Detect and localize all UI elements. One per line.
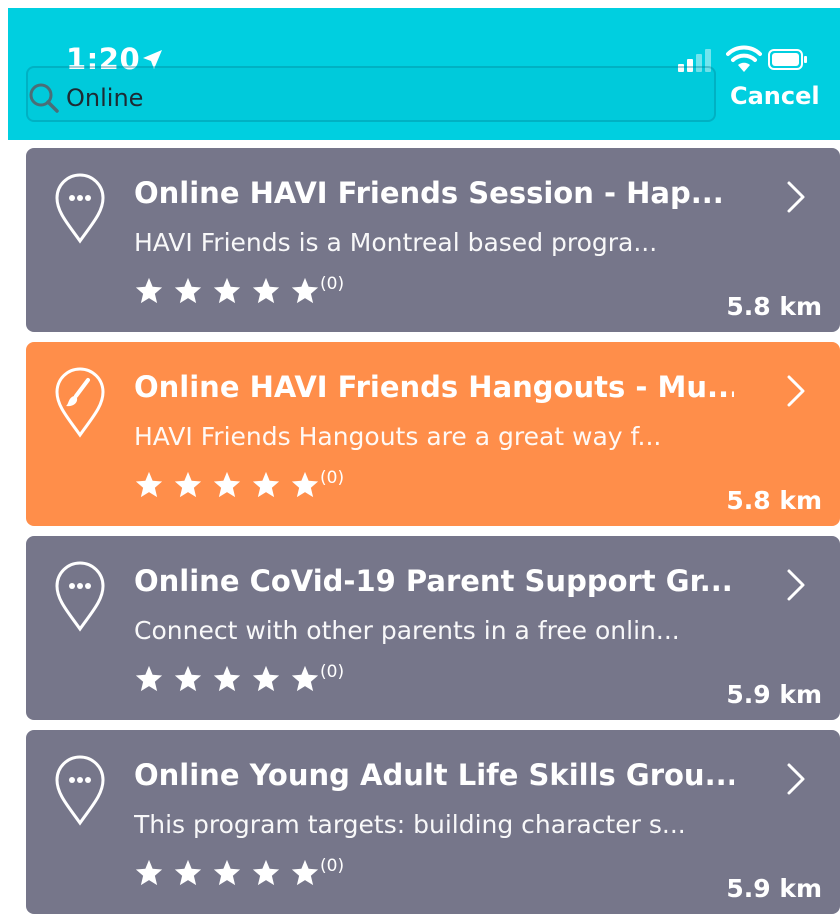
wifi-icon <box>726 45 762 72</box>
search-input[interactable] <box>66 82 586 114</box>
star-icon <box>174 859 202 886</box>
star-icon <box>213 471 241 498</box>
star-icon <box>252 859 280 886</box>
chevron-right-icon <box>787 375 805 407</box>
star-icon <box>135 859 163 886</box>
more-pin-icon <box>55 755 105 826</box>
search-icon <box>29 83 59 113</box>
more-pin-icon <box>55 561 105 632</box>
star-icon <box>213 859 241 886</box>
chevron-right-icon <box>787 181 805 213</box>
rating-count: (0) <box>320 468 345 488</box>
star-icon <box>291 859 319 886</box>
star-icon <box>135 471 163 498</box>
result-description: HAVI Friends Hangouts are a great way f.… <box>134 422 662 451</box>
star-icon <box>135 665 163 692</box>
result-card[interactable]: Online HAVI Friends Hangouts - Mu... HAV… <box>26 342 840 526</box>
rating-count: (0) <box>320 856 345 876</box>
paintbrush-pin-icon <box>55 367 105 438</box>
star-icon <box>252 277 280 304</box>
battery-icon <box>768 49 807 70</box>
result-description: This program targets: building character… <box>134 810 686 839</box>
result-distance: 5.9 km <box>726 874 822 903</box>
rating-stars: (0) <box>134 274 345 308</box>
rating-stars: (0) <box>134 856 345 890</box>
rating-stars: (0) <box>134 468 345 502</box>
star-icon <box>174 665 202 692</box>
result-description: HAVI Friends is a Montreal based progra.… <box>134 228 658 257</box>
result-card[interactable]: Online Young Adult Life Skills Grou... T… <box>26 730 840 914</box>
result-title: Online HAVI Friends Session - Hap... <box>134 176 724 210</box>
star-icon <box>213 277 241 304</box>
result-title: Online HAVI Friends Hangouts - Mu... <box>134 370 734 404</box>
rating-count: (0) <box>320 274 345 294</box>
result-title: Online CoVid-19 Parent Support Gr... <box>134 564 733 598</box>
more-pin-icon <box>55 173 105 244</box>
rating-count: (0) <box>320 662 345 682</box>
result-distance: 5.9 km <box>726 680 822 709</box>
result-title: Online Young Adult Life Skills Grou... <box>134 758 734 792</box>
star-icon <box>291 471 319 498</box>
star-icon <box>252 471 280 498</box>
result-description: Connect with other parents in a free onl… <box>134 616 680 645</box>
result-distance: 5.8 km <box>726 292 822 321</box>
star-icon <box>213 665 241 692</box>
star-icon <box>291 665 319 692</box>
result-distance: 5.8 km <box>726 486 822 515</box>
result-card[interactable]: Online CoVid-19 Parent Support Gr... Con… <box>26 536 840 720</box>
star-icon <box>174 471 202 498</box>
result-card[interactable]: Online HAVI Friends Session - Hap... HAV… <box>26 148 840 332</box>
star-icon <box>174 277 202 304</box>
star-icon <box>291 277 319 304</box>
cancel-button[interactable]: Cancel <box>730 82 820 110</box>
chevron-right-icon <box>787 569 805 601</box>
star-icon <box>135 277 163 304</box>
star-icon <box>252 665 280 692</box>
rating-stars: (0) <box>134 662 345 696</box>
chevron-right-icon <box>787 763 805 795</box>
